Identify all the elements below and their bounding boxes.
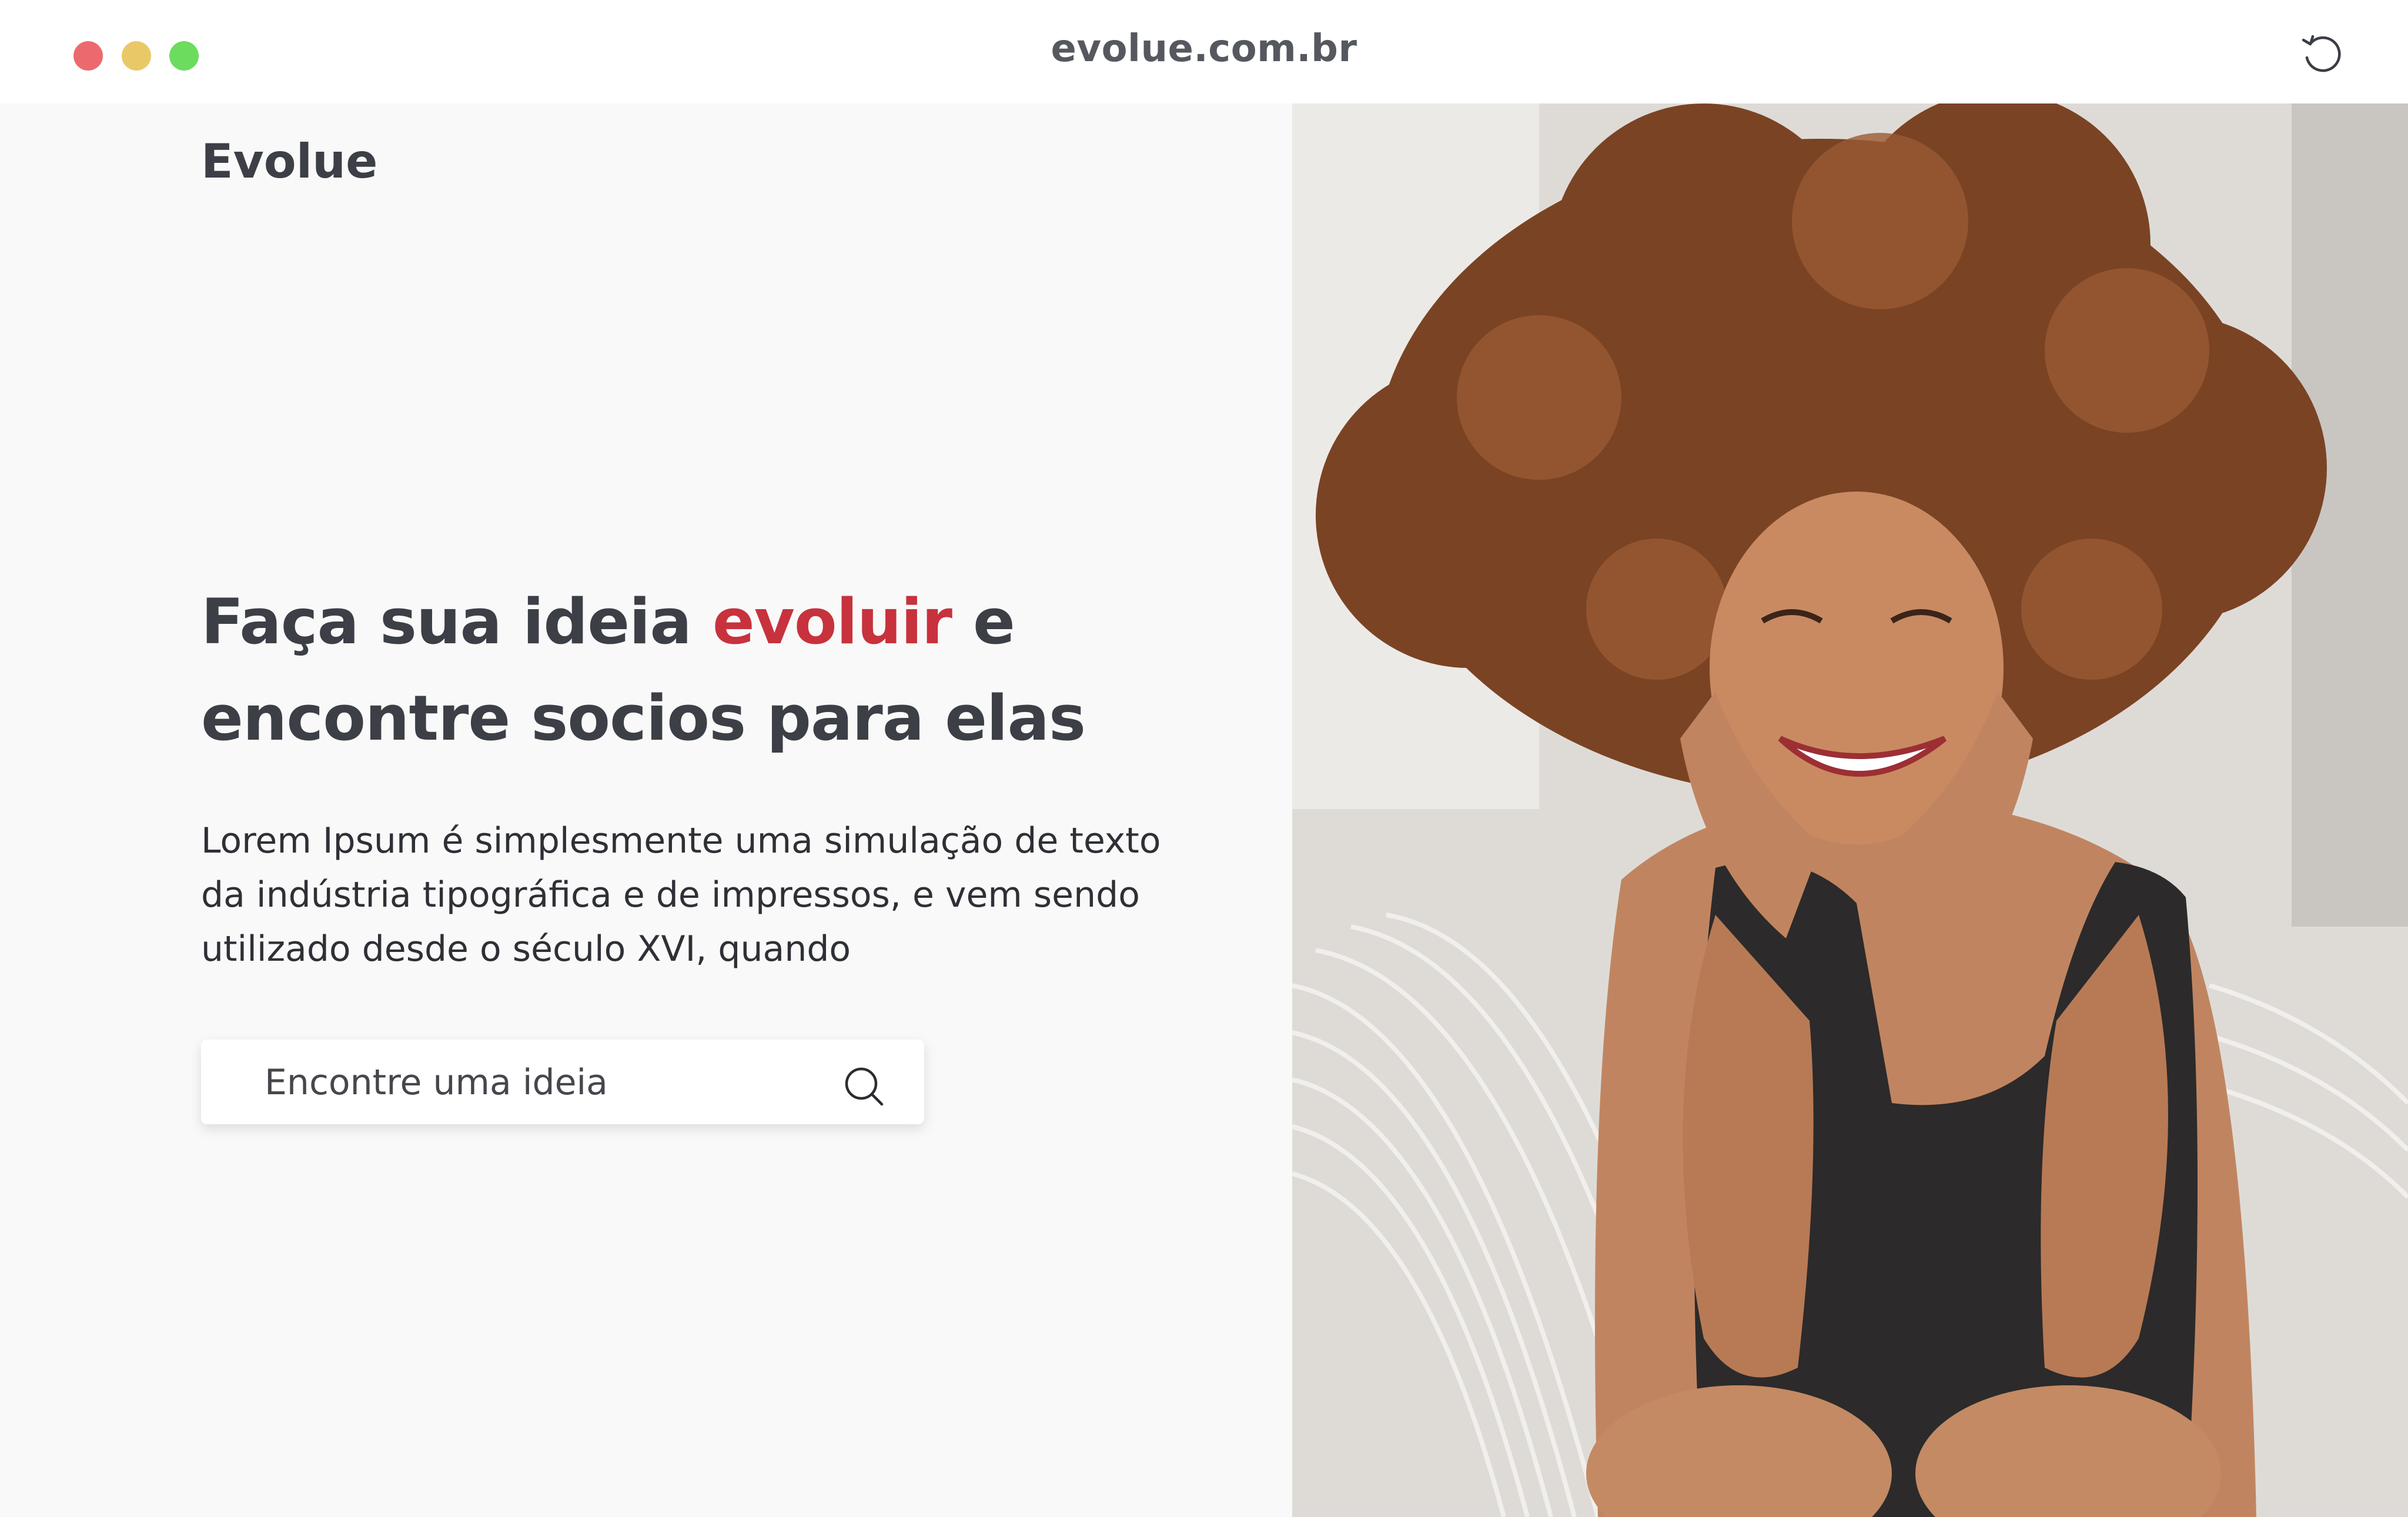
browser-titlebar: evolue.com.br: [0, 0, 2408, 103]
reload-icon[interactable]: [2299, 31, 2346, 78]
headline-text: Faça sua ideia: [201, 586, 713, 658]
headline-accent: evoluir: [712, 586, 952, 658]
search-box[interactable]: Encontre uma ideia: [201, 1040, 924, 1124]
headline-line-2: encontre socios para elas: [201, 682, 1086, 754]
hero-image: [1292, 103, 2408, 1517]
address-bar-url[interactable]: evolue.com.br: [0, 27, 2408, 71]
headline-text-end: e: [952, 586, 1015, 658]
search-icon[interactable]: [842, 1064, 887, 1109]
hero-photo-illustration: [1292, 103, 2408, 1517]
brand-logo[interactable]: Evolue: [201, 134, 377, 189]
search-input[interactable]: Encontre uma ideia: [265, 1062, 608, 1103]
hero-description: Lorem Ipsum é simplesmente uma simulação…: [201, 820, 1161, 970]
hero-headline: Faça sua ideia evoluir e encontre socios…: [201, 574, 1259, 767]
hero-content: Evolue Faça sua ideia evoluir e encontre…: [0, 103, 1292, 1517]
